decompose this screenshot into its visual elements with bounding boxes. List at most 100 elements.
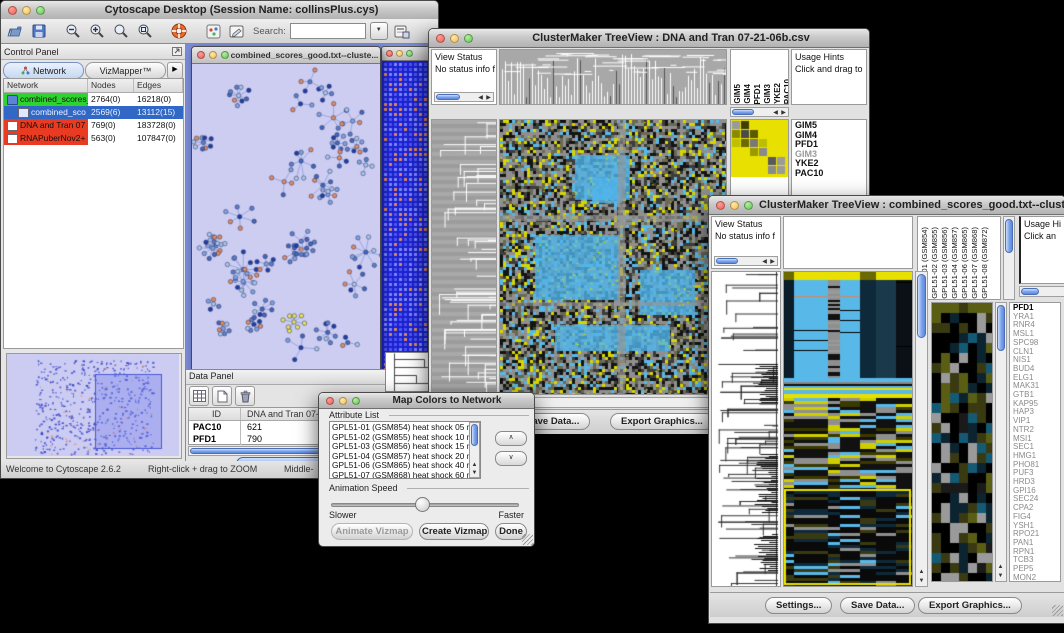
save-button[interactable] bbox=[29, 22, 49, 41]
close-icon[interactable] bbox=[386, 50, 393, 57]
zoom-window-icon[interactable] bbox=[221, 51, 229, 59]
annotation-icon[interactable] bbox=[227, 22, 247, 41]
column-label[interactable]: GPL51-04 (GSM857) bbox=[950, 227, 959, 299]
column-label[interactable]: GIM4 bbox=[743, 84, 752, 104]
float-panel-icon[interactable] bbox=[172, 47, 182, 56]
view-status-scrollbar[interactable]: ◀▶ bbox=[714, 256, 778, 266]
export-graphics-button[interactable]: Export Graphics... bbox=[610, 413, 714, 430]
zoom-window-icon[interactable] bbox=[352, 397, 360, 405]
delete-attribute-icon[interactable] bbox=[235, 386, 255, 406]
new-attribute-icon[interactable] bbox=[212, 386, 232, 406]
tv2-hints-scrollbar[interactable] bbox=[1019, 286, 1064, 297]
zoom-in-icon[interactable] bbox=[87, 22, 107, 41]
network-view-titlebar[interactable]: combined_scores_good.txt--cluste... bbox=[192, 47, 380, 64]
network-overview-panel[interactable] bbox=[6, 353, 182, 459]
move-up-button[interactable]: ∧ bbox=[495, 431, 527, 446]
column-label[interactable]: GIM3 bbox=[763, 84, 772, 104]
network-canvas[interactable] bbox=[192, 64, 380, 372]
tab-vizmapper[interactable]: VizMapper™ bbox=[85, 62, 166, 79]
tv2-column-dendrogram-panel[interactable] bbox=[783, 216, 913, 269]
search-input[interactable] bbox=[290, 23, 366, 39]
network-view-title: combined_scores_good.txt--cluste... bbox=[229, 50, 380, 60]
minimize-icon[interactable] bbox=[339, 397, 347, 405]
column-label[interactable]: GIM5 bbox=[733, 84, 742, 104]
main-titlebar[interactable]: Cytoscape Desktop (Session Name: collins… bbox=[1, 1, 438, 20]
tv1-column-dendrogram[interactable] bbox=[500, 50, 726, 104]
column-label[interactable]: GPL51-02 (GSM855) bbox=[930, 227, 939, 299]
column-label[interactable]: GPL51-06 (GSM865) bbox=[960, 227, 969, 299]
network-overview-canvas[interactable] bbox=[7, 354, 179, 456]
zoom-fit-icon[interactable] bbox=[111, 22, 131, 41]
gene-label[interactable]: MON2 bbox=[1013, 574, 1060, 582]
zoom-window-icon[interactable] bbox=[36, 6, 45, 15]
tab-overflow-button[interactable]: ▶ bbox=[167, 62, 183, 79]
tv2-gene-dendrogram[interactable] bbox=[712, 272, 780, 586]
zoom-selected-icon[interactable] bbox=[135, 22, 155, 41]
zoom-window-icon[interactable] bbox=[744, 201, 753, 210]
minimize-icon[interactable] bbox=[730, 201, 739, 210]
column-label[interactable]: PFD1 bbox=[753, 84, 762, 104]
help-lifering-icon[interactable] bbox=[169, 22, 189, 41]
dialog-title: Map Colors to Network bbox=[360, 395, 534, 406]
attribute-item[interactable]: GPL51-07 (GSM868) heat shock 60 min bbox=[332, 471, 480, 480]
table-row[interactable]: DNA and Tran 07 769(0) 183728(0) bbox=[4, 119, 183, 132]
column-label[interactable]: PAC10 bbox=[783, 79, 789, 104]
desktop: Cytoscape Desktop (Session Name: collins… bbox=[0, 0, 1064, 633]
tv1-labels-scrollbar[interactable]: ◀▶ bbox=[730, 107, 789, 117]
column-label[interactable]: YKE2 bbox=[773, 83, 782, 104]
attribute-list-label: Attribute List bbox=[327, 410, 381, 420]
minimize-icon[interactable] bbox=[22, 6, 31, 15]
status-hint-middle: Middle- bbox=[284, 464, 314, 474]
panel-layout-icon[interactable] bbox=[203, 22, 223, 41]
tv2-zoom-heatmap[interactable] bbox=[932, 303, 992, 581]
zoom-out-icon[interactable] bbox=[63, 22, 83, 41]
column-label[interactable]: GPL51-03 (GSM856) bbox=[940, 227, 949, 299]
tv2-zoom-scrollbar[interactable]: ▲▼ bbox=[995, 302, 1007, 582]
tv2-heatmap-scrollbar[interactable]: ▲▼ bbox=[915, 271, 928, 587]
minimize-icon[interactable] bbox=[209, 51, 217, 59]
open-file-button[interactable] bbox=[5, 22, 25, 41]
gene-label[interactable]: PAC10 bbox=[795, 169, 866, 179]
close-icon[interactable] bbox=[8, 6, 17, 15]
close-icon[interactable] bbox=[326, 397, 334, 405]
treeview1-titlebar[interactable]: ClusterMaker TreeView : DNA and Tran 07-… bbox=[429, 29, 869, 48]
move-down-button[interactable]: ∨ bbox=[495, 451, 527, 466]
close-icon[interactable] bbox=[716, 201, 725, 210]
dialog-button[interactable]: Animate Vizmap bbox=[331, 523, 413, 540]
select-attributes-icon[interactable] bbox=[189, 386, 209, 406]
resize-grip[interactable] bbox=[522, 534, 533, 545]
column-label[interactable]: GPL51-07 (GSM868) bbox=[970, 227, 979, 299]
tab-network[interactable]: Network bbox=[3, 62, 84, 79]
column-label[interactable]: GPL51-08 (GSM872) bbox=[980, 227, 989, 299]
minimize-icon[interactable] bbox=[396, 50, 403, 57]
export-graphics-button[interactable]: Export Graphics... bbox=[918, 597, 1022, 614]
dialog-button[interactable]: Create Vizmap bbox=[419, 523, 489, 540]
slider-thumb[interactable] bbox=[415, 497, 430, 512]
zoom-window-icon[interactable] bbox=[464, 34, 473, 43]
table-row[interactable]: combined_sco 2569(6) 13112(15) bbox=[4, 106, 183, 119]
save-data-button[interactable]: Save Data... bbox=[840, 597, 915, 614]
table-row[interactable]: combined_scores_ 2764(0) 16218(0) bbox=[4, 93, 183, 106]
tv2-heatmap[interactable] bbox=[784, 272, 912, 586]
zoom-window-icon[interactable] bbox=[406, 50, 413, 57]
close-icon[interactable] bbox=[197, 51, 205, 59]
dialog-titlebar[interactable]: Map Colors to Network bbox=[319, 393, 534, 409]
treeview2-titlebar[interactable]: ClusterMaker TreeView : combined_scores_… bbox=[709, 196, 1064, 215]
status-hint-zoom: Right-click + drag to ZOOM bbox=[148, 464, 257, 474]
network-table-header[interactable]: Network Nodes Edges bbox=[4, 79, 183, 93]
tv1-zoom-matrix[interactable] bbox=[731, 120, 788, 177]
filter-icon[interactable] bbox=[392, 22, 412, 41]
resize-grip[interactable] bbox=[1052, 605, 1063, 616]
faster-label: Faster bbox=[498, 510, 524, 520]
view-status-scrollbar[interactable]: ◀▶ bbox=[434, 92, 494, 102]
minimize-icon[interactable] bbox=[450, 34, 459, 43]
table-row[interactable]: RNAPuberNov2+ 563(0) 107847(0) bbox=[4, 132, 183, 145]
settings-button[interactable]: Settings... bbox=[765, 597, 832, 614]
close-icon[interactable] bbox=[436, 34, 445, 43]
tv1-gene-dendrogram[interactable] bbox=[432, 120, 496, 394]
tv1-usage-hints-panel: Usage Hints Click and drag to bbox=[791, 49, 867, 105]
tv1-heatmap[interactable] bbox=[500, 120, 726, 394]
attribute-list-scrollbar[interactable]: ▲▼ bbox=[469, 422, 480, 478]
search-dropdown-button[interactable]: ▼ bbox=[370, 22, 388, 40]
tv2-labels-scrollbar[interactable] bbox=[1003, 216, 1015, 300]
